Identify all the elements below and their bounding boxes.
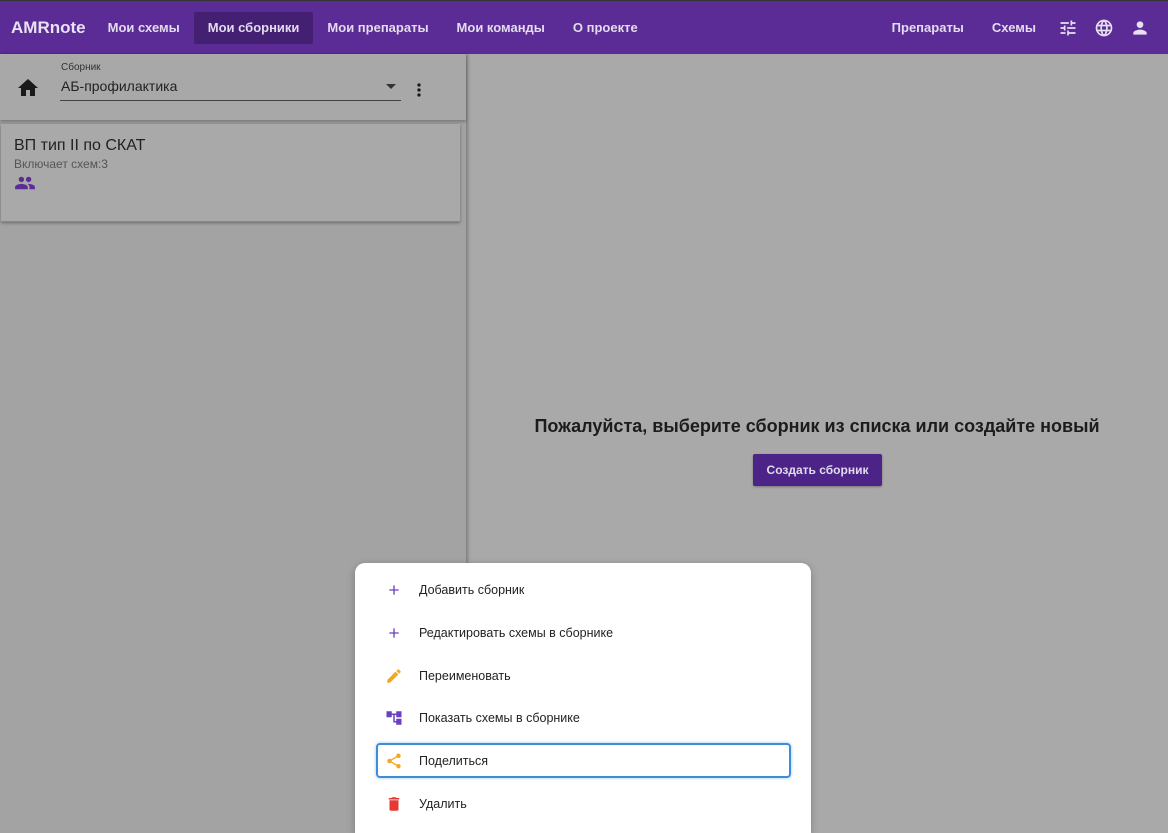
create-collection-button[interactable]: Создать сборник xyxy=(753,454,882,486)
account-icon[interactable] xyxy=(1122,10,1158,46)
nav-about[interactable]: О проекте xyxy=(559,12,652,44)
select-underline xyxy=(60,100,401,101)
tree-icon xyxy=(384,708,404,728)
collection-card-title: ВП тип II по СКАТ xyxy=(14,137,146,154)
menu-item-edit-schemes[interactable]: Редактировать схемы в сборнике xyxy=(355,615,811,651)
main-nav: Мои схемы Мои сборники Мои препараты Мои… xyxy=(94,1,652,54)
collection-card-subtitle: Включает схем:3 xyxy=(14,157,108,171)
menu-item-label: Переименовать xyxy=(419,669,511,683)
right-nav: Препараты Схемы xyxy=(878,1,1168,54)
menu-item-label: Удалить xyxy=(419,797,467,811)
top-app-bar: AMRnote Мои схемы Мои сборники Мои препа… xyxy=(0,0,1168,54)
trash-icon xyxy=(384,794,404,814)
nav-my-teams[interactable]: Мои команды xyxy=(443,12,559,44)
collection-selector-row: Сборник АБ-профилактика xyxy=(0,54,466,120)
menu-item-show-schemes[interactable]: Показать схемы в сборнике xyxy=(355,700,811,736)
menu-item-add-collection[interactable]: Добавить сборник xyxy=(355,572,811,608)
menu-item-delete[interactable]: Удалить xyxy=(355,786,811,822)
menu-item-label: Добавить сборник xyxy=(419,583,525,597)
group-icon xyxy=(15,176,35,190)
collection-card[interactable]: ВП тип II по СКАТ Включает схем:3 xyxy=(1,124,460,222)
menu-item-label: Редактировать схемы в сборнике xyxy=(419,626,614,640)
menu-item-share[interactable]: Поделиться xyxy=(376,743,791,778)
tune-icon[interactable] xyxy=(1050,10,1086,46)
globe-icon[interactable] xyxy=(1086,10,1122,46)
chevron-down-icon[interactable] xyxy=(386,84,396,89)
brand-logo[interactable]: AMRnote xyxy=(11,18,86,38)
context-menu: Добавить сборник Редактировать схемы в с… xyxy=(355,563,811,833)
menu-item-label: Показать схемы в сборнике xyxy=(419,711,580,725)
nav-my-schemes[interactable]: Мои схемы xyxy=(94,12,194,44)
menu-item-label: Поделиться xyxy=(419,753,489,768)
menu-item-rename[interactable]: Переименовать xyxy=(355,658,811,694)
nav-drugs[interactable]: Препараты xyxy=(878,12,978,44)
share-icon xyxy=(384,751,404,771)
more-vert-icon[interactable] xyxy=(409,78,429,102)
nav-my-collections[interactable]: Мои сборники xyxy=(193,11,314,44)
pencil-icon xyxy=(384,666,404,686)
plus-icon xyxy=(384,580,404,600)
empty-state-message: Пожалуйста, выберите сборник из списка и… xyxy=(534,416,1100,436)
collection-select-label: Сборник xyxy=(61,62,101,73)
collection-select[interactable]: АБ-профилактика xyxy=(61,78,177,94)
home-icon[interactable] xyxy=(16,76,40,100)
nav-schemes[interactable]: Схемы xyxy=(978,12,1050,44)
nav-my-drugs[interactable]: Мои препараты xyxy=(313,12,442,44)
plus-icon xyxy=(384,623,404,643)
